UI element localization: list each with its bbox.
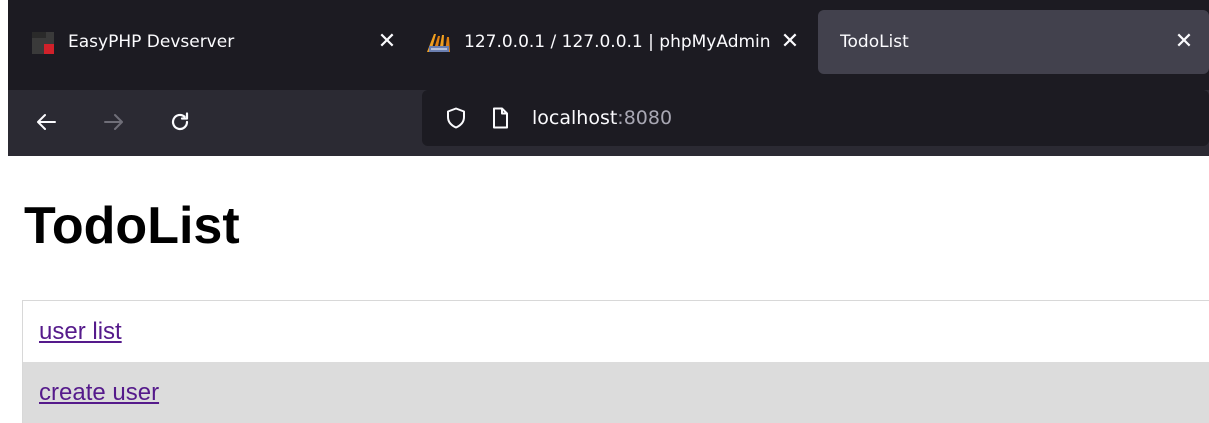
page-title: TodoList	[24, 197, 240, 255]
close-tab-icon[interactable]: ✕	[1172, 10, 1196, 74]
url-port: :8080	[617, 107, 673, 129]
tab-strip: EasyPHP Devserver ✕ 127.0.0.1 / 127.0.0.…	[8, 0, 1209, 90]
shield-icon[interactable]	[444, 106, 468, 130]
tab-title: 127.0.0.1 / 127.0.0.1 | phpMyAdmin	[464, 32, 771, 52]
tab-todolist[interactable]: TodoList ✕	[818, 10, 1209, 74]
close-tab-icon[interactable]: ✕	[375, 10, 399, 74]
reload-icon[interactable]	[162, 104, 198, 140]
user-list-link[interactable]: user list	[39, 318, 122, 345]
tab-title: EasyPHP Devserver	[68, 32, 235, 52]
create-user-link[interactable]: create user	[39, 379, 159, 406]
menu-item-user-list: user list	[23, 301, 1209, 362]
tab-title: TodoList	[840, 32, 909, 52]
arrow-left-icon[interactable]	[28, 104, 64, 140]
url-text[interactable]: localhost:8080	[532, 90, 672, 146]
navigation-bar: localhost:8080	[8, 90, 1209, 156]
tab-phpmyadmin[interactable]: 127.0.0.1 / 127.0.0.1 | phpMyAdmin ✕	[416, 10, 816, 74]
tab-easyphp[interactable]: EasyPHP Devserver ✕	[20, 10, 410, 74]
phpmyadmin-icon	[426, 32, 452, 54]
url-host: localhost	[532, 107, 618, 129]
page-icon[interactable]	[488, 106, 512, 130]
easyphp-icon	[32, 32, 54, 54]
menu-item-create-user: create user	[23, 362, 1209, 423]
url-bar[interactable]: localhost:8080	[422, 90, 1209, 146]
browser-chrome: EasyPHP Devserver ✕ 127.0.0.1 / 127.0.0.…	[8, 0, 1209, 156]
nav-menu: user list create user	[22, 300, 1209, 423]
close-tab-icon[interactable]: ✕	[778, 10, 802, 74]
arrow-right-icon[interactable]	[96, 104, 132, 140]
